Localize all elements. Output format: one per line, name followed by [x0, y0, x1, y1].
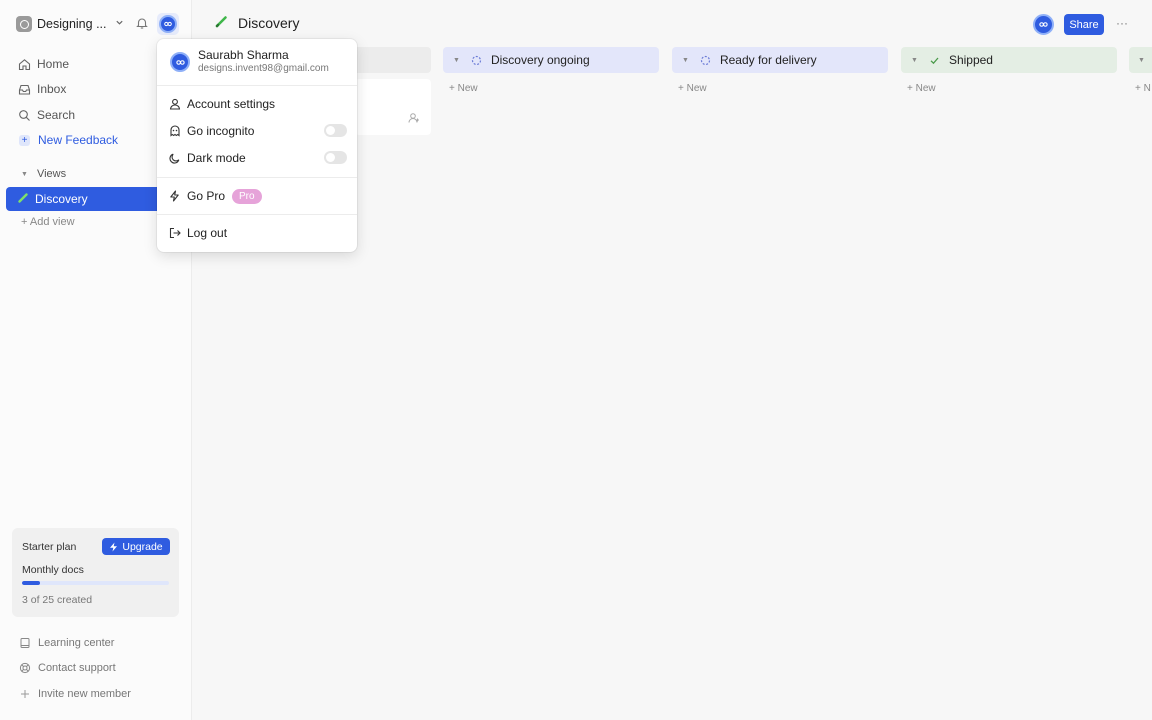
plus-icon: + [19, 134, 30, 146]
log-out-icon [168, 227, 181, 240]
caret-down-icon: ▼ [453, 56, 460, 64]
column-header-discovery-ongoing[interactable]: ▼ Discovery ongoing [443, 47, 659, 73]
user-name: Saurabh Sharma [198, 48, 289, 62]
sidebar-item-label: Inbox [37, 82, 67, 96]
plus-icon [19, 688, 31, 700]
dashed-circle-icon [470, 54, 483, 67]
contact-support-label: Contact support [38, 662, 116, 674]
menu-divider [157, 177, 357, 178]
workspace-logo-icon [16, 16, 32, 32]
caret-down-icon: ▼ [682, 56, 689, 64]
account-settings-label: Account settings [187, 97, 276, 111]
new-item-button[interactable]: + New [678, 83, 707, 94]
upgrade-button[interactable]: Upgrade [102, 538, 170, 555]
lightning-icon [110, 542, 118, 551]
new-feedback-button[interactable]: + New Feedback [18, 131, 118, 149]
sidebar-item-home[interactable]: Home [18, 55, 69, 73]
column-title: Ready for delivery [719, 53, 817, 67]
avatar[interactable] [1033, 14, 1054, 35]
pencil-icon [18, 192, 29, 206]
lightning-icon [168, 190, 181, 203]
docs-label: Monthly docs [22, 564, 84, 576]
moon-icon [168, 152, 181, 165]
account-settings-item[interactable]: Account settings [168, 96, 275, 112]
home-icon [18, 58, 31, 71]
user-icon [168, 98, 181, 111]
column-header-hidden[interactable] [357, 47, 431, 73]
sidebar-item-label: Search [37, 108, 76, 122]
book-icon [19, 637, 31, 649]
menu-user-info: Saurabh Sharma designs.invent98@gmail.co… [170, 49, 329, 75]
menu-divider [157, 85, 357, 86]
search-icon [18, 109, 31, 122]
caret-down-icon: ▼ [1138, 56, 1145, 64]
bell-icon[interactable] [135, 16, 149, 30]
go-incognito-label: Go incognito [187, 124, 255, 138]
pro-badge: Pro [232, 188, 262, 204]
support-icon [19, 662, 31, 674]
new-item-button[interactable]: + N [1135, 83, 1151, 94]
avatar [159, 15, 177, 33]
upgrade-label: Upgrade [122, 540, 163, 553]
incognito-toggle[interactable] [324, 124, 347, 137]
go-pro-item[interactable]: Go Pro Pro [168, 188, 262, 204]
add-view-button[interactable]: + Add view [21, 216, 75, 228]
log-out-item[interactable]: Log out [168, 225, 227, 241]
column-header-partial[interactable]: ▼ [1129, 47, 1152, 73]
dark-mode-label: Dark mode [187, 151, 246, 165]
log-out-label: Log out [187, 226, 228, 240]
new-feedback-label: New Feedback [38, 133, 119, 147]
new-item-button[interactable]: + New [907, 83, 936, 94]
incognito-icon [168, 125, 181, 138]
views-label: Views [36, 168, 67, 180]
avatar [170, 52, 190, 72]
sidebar-item-search[interactable]: Search [18, 106, 75, 124]
go-pro-label: Go Pro [187, 189, 226, 203]
dashed-circle-icon [699, 54, 712, 67]
caret-down-icon: ▼ [21, 170, 28, 178]
pencil-icon [215, 15, 228, 31]
learning-center-link[interactable]: Learning center [19, 635, 114, 651]
column-header-ready-for-delivery[interactable]: ▼ Ready for delivery [672, 47, 888, 73]
sidebar-item-label: Home [37, 57, 70, 71]
new-item-button[interactable]: + New [449, 83, 478, 94]
share-button[interactable]: Share [1064, 14, 1104, 35]
invite-member-label: Invite new member [38, 688, 131, 700]
contact-support-link[interactable]: Contact support [19, 660, 116, 676]
page-title: Discovery [215, 15, 299, 31]
docs-created-text: 3 of 25 created [22, 594, 93, 606]
workspace-name: Designing ... [37, 17, 107, 31]
user-menu: Saurabh Sharma designs.invent98@gmail.co… [157, 39, 357, 252]
plan-card: Starter plan Upgrade Monthly docs 3 of 2… [12, 528, 179, 617]
invite-member-link[interactable]: Invite new member [19, 686, 131, 702]
page-title-text: Discovery [238, 15, 300, 31]
dark-mode-toggle[interactable] [324, 151, 347, 164]
more-options-icon[interactable]: ··· [1116, 16, 1128, 30]
go-incognito-item[interactable]: Go incognito [168, 123, 254, 139]
user-avatar-button[interactable] [157, 13, 179, 35]
docs-progress-fill [22, 581, 40, 585]
menu-divider [157, 214, 357, 215]
dark-mode-item[interactable]: Dark mode [168, 150, 246, 166]
sidebar-item-label: Discovery [35, 192, 88, 206]
sidebar-item-inbox[interactable]: Inbox [18, 80, 66, 98]
chevron-down-icon [115, 18, 124, 30]
inbox-icon [18, 83, 31, 96]
column-title: Discovery ongoing [490, 53, 590, 67]
column-title: Shipped [948, 53, 993, 67]
learning-center-label: Learning center [38, 637, 115, 649]
user-email: designs.invent98@gmail.com [198, 63, 329, 74]
docs-progress-bar [22, 581, 169, 585]
caret-down-icon: ▼ [911, 56, 918, 64]
assign-user-icon[interactable] [408, 112, 420, 127]
views-section-toggle[interactable]: ▼ Views [21, 168, 66, 180]
workspace-switcher[interactable]: Designing ... [16, 14, 124, 34]
column-header-shipped[interactable]: ▼ Shipped [901, 47, 1117, 73]
plan-title: Starter plan [22, 541, 77, 553]
check-icon [928, 54, 941, 67]
